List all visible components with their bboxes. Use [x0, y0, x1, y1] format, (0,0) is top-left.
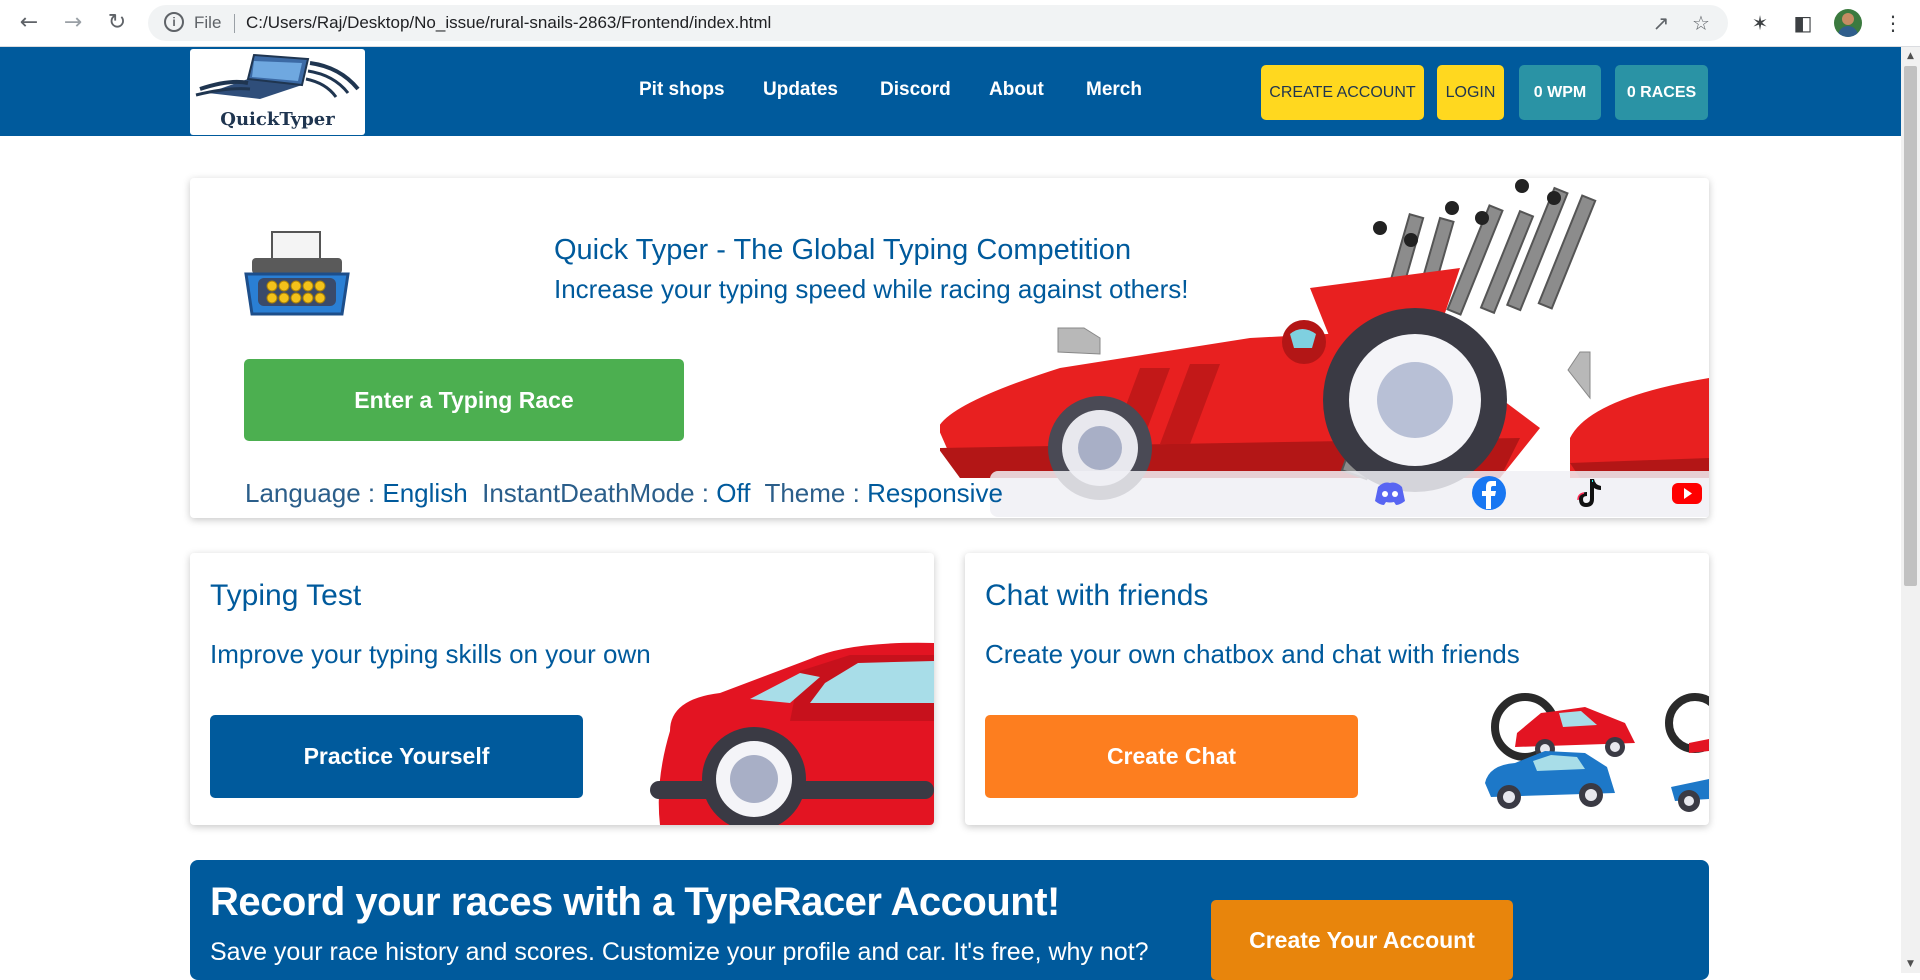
address-bar[interactable]: i File C:/Users/Raj/Desktop/No_issue/rur… [148, 5, 1728, 41]
language-label: Language : [245, 478, 376, 508]
account-promo-banner: Record your races with a TypeRacer Accou… [190, 860, 1709, 980]
race-car-illustration [940, 179, 1709, 500]
mode-label: InstantDeathMode : [482, 478, 710, 508]
chat-title: Chat with friends [985, 579, 1209, 612]
banner-title: Record your races with a TypeRacer Accou… [210, 880, 1060, 924]
laptop-logo-icon [195, 53, 360, 99]
enter-typing-race-button[interactable]: Enter a Typing Race [244, 359, 684, 441]
theme-label: Theme : [764, 478, 860, 508]
typing-test-subtitle: Improve your typing skills on your own [210, 639, 651, 669]
theme-value[interactable]: Responsive [867, 478, 1003, 508]
typing-test-card: Typing Test Improve your typing skills o… [190, 553, 934, 825]
practice-yourself-button[interactable]: Practice Yourself [210, 715, 583, 798]
bookmark-star-icon[interactable]: ☆ [1690, 12, 1712, 34]
tiktok-icon[interactable] [1570, 475, 1606, 511]
discord-icon[interactable] [1372, 475, 1408, 511]
nav-discord[interactable]: Discord [880, 79, 951, 101]
info-icon[interactable]: i [164, 12, 184, 32]
social-bar [990, 471, 1709, 517]
scheme-label: File [194, 13, 222, 32]
wpm-badge[interactable]: 0 WPM [1519, 65, 1601, 120]
reload-icon[interactable]: ↻ [102, 8, 132, 38]
scroll-thumb[interactable] [1904, 66, 1917, 586]
nav-updates[interactable]: Updates [763, 79, 838, 101]
race-settings: Language : English InstantDeathMode : Of… [245, 478, 1003, 509]
side-panel-icon[interactable]: ◧ [1790, 10, 1816, 36]
quicktyper-logo[interactable]: QuickTyper [190, 49, 365, 135]
red-sports-car-illustration [650, 642, 934, 825]
language-value[interactable]: English [382, 478, 467, 508]
mode-value[interactable]: Off [716, 478, 750, 508]
typewriter-icon [244, 231, 350, 316]
login-button[interactable]: LOGIN [1437, 65, 1504, 120]
scroll-down-icon[interactable]: ▼ [1905, 958, 1916, 970]
chat-card: Chat with friends Create your own chatbo… [965, 553, 1709, 825]
create-account-button[interactable]: CREATE ACCOUNT [1261, 65, 1424, 120]
facebook-icon[interactable] [1471, 475, 1507, 511]
scroll-up-icon[interactable]: ▲ [1905, 50, 1916, 62]
extensions-icon[interactable]: ✶ [1747, 10, 1773, 36]
hero-card: Quick Typer - The Global Typing Competit… [190, 178, 1709, 518]
url-text[interactable]: C:/Users/Raj/Desktop/No_issue/rural-snai… [246, 13, 771, 33]
back-arrow-icon[interactable]: ← [14, 8, 44, 38]
browser-toolbar: ← → ↻ i File C:/Users/Raj/Desktop/No_iss… [0, 0, 1920, 47]
youtube-icon[interactable] [1669, 475, 1705, 511]
banner-subtitle: Save your race history and scores. Custo… [210, 938, 1149, 966]
logo-text: QuickTyper [220, 109, 335, 130]
omnibox-separator [234, 14, 235, 33]
nav-pit-shops[interactable]: Pit shops [639, 79, 725, 101]
create-chat-button[interactable]: Create Chat [985, 715, 1358, 798]
menu-kebab-icon[interactable]: ⋮ [1880, 10, 1906, 36]
nav-about[interactable]: About [989, 79, 1044, 101]
create-your-account-button[interactable]: Create Your Account [1211, 900, 1513, 980]
nav-merch[interactable]: Merch [1086, 79, 1142, 101]
forward-arrow-icon[interactable]: → [58, 8, 88, 38]
typing-test-title: Typing Test [210, 579, 362, 612]
page-scrollbar[interactable]: ▲ ▼ [1901, 47, 1920, 973]
races-badge[interactable]: 0 RACES [1615, 65, 1708, 120]
stacked-cars-illustration [1485, 693, 1709, 812]
chat-subtitle: Create your own chatbox and chat with fr… [985, 639, 1520, 669]
site-header: QuickTyper Pit shops Updates Discord Abo… [0, 47, 1901, 136]
profile-avatar[interactable] [1834, 9, 1862, 37]
share-icon[interactable]: ↗ [1650, 12, 1672, 34]
